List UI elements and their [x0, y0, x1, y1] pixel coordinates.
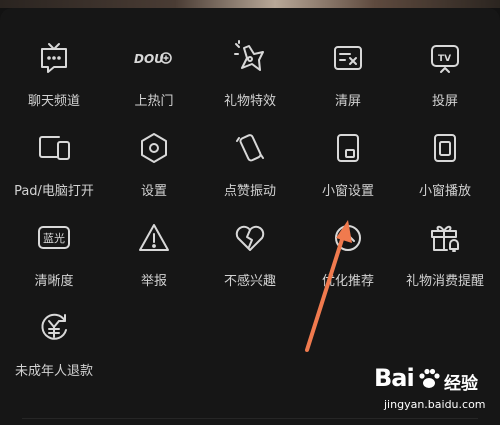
- watermark-brand-text: Bai: [374, 364, 415, 392]
- watermark-url: jingyan.baidu.com: [384, 398, 486, 411]
- paw-logo-icon: [419, 368, 440, 388]
- baidu-jingyan-watermark: Bai 经验 jingyan.baidu.com: [356, 360, 496, 420]
- watermark-jingyan-text: 经验: [444, 374, 478, 394]
